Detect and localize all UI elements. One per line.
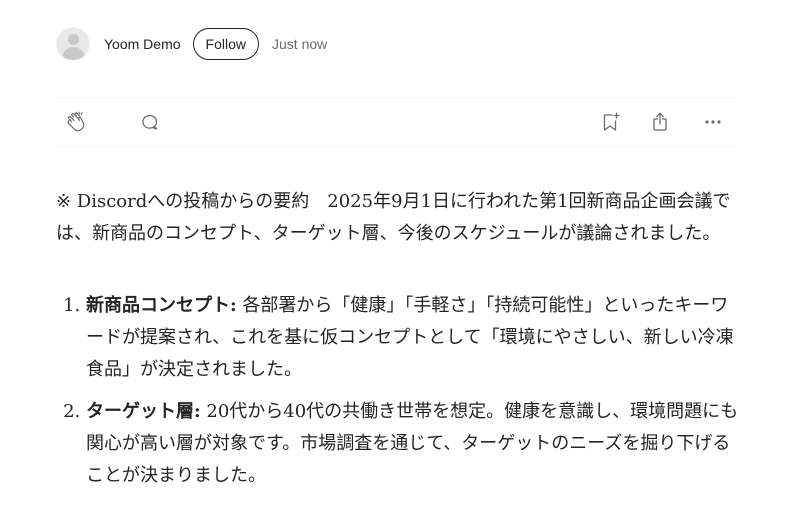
follow-button[interactable]: Follow	[192, 28, 259, 60]
list-item-title: ターゲット層:	[86, 401, 201, 422]
clap-icon[interactable]	[64, 110, 88, 134]
post-timestamp: Just now	[272, 36, 328, 52]
summary-list: 新商品コンセプト: 各部署から「健康」「手軽さ」「持続可能性」といったキーワード…	[56, 290, 740, 492]
list-item: ターゲット層: 20代から40代の共働き世帯を想定。健康を意識し、環境問題にも関…	[86, 396, 740, 492]
article-body: ※ Discordへの投稿からの要約 2025年9月1日に行われた第1回新商品企…	[56, 186, 740, 502]
comment-icon[interactable]	[138, 110, 162, 134]
share-icon[interactable]	[648, 110, 672, 134]
article-intro: ※ Discordへの投稿からの要約 2025年9月1日に行われた第1回新商品企…	[56, 191, 731, 244]
list-item: 新商品コンセプト: 各部署から「健康」「手軽さ」「持続可能性」といったキーワード…	[86, 290, 740, 386]
more-icon[interactable]	[701, 110, 725, 134]
author-header: Yoom Demo Follow Just now	[56, 26, 327, 62]
bookmark-add-icon[interactable]	[598, 110, 622, 134]
author-name[interactable]: Yoom Demo	[104, 36, 181, 52]
action-bar	[56, 97, 736, 147]
avatar-head	[68, 34, 79, 45]
list-item-title: 新商品コンセプト:	[86, 295, 237, 316]
avatar-body	[62, 47, 85, 60]
avatar[interactable]	[56, 27, 90, 61]
